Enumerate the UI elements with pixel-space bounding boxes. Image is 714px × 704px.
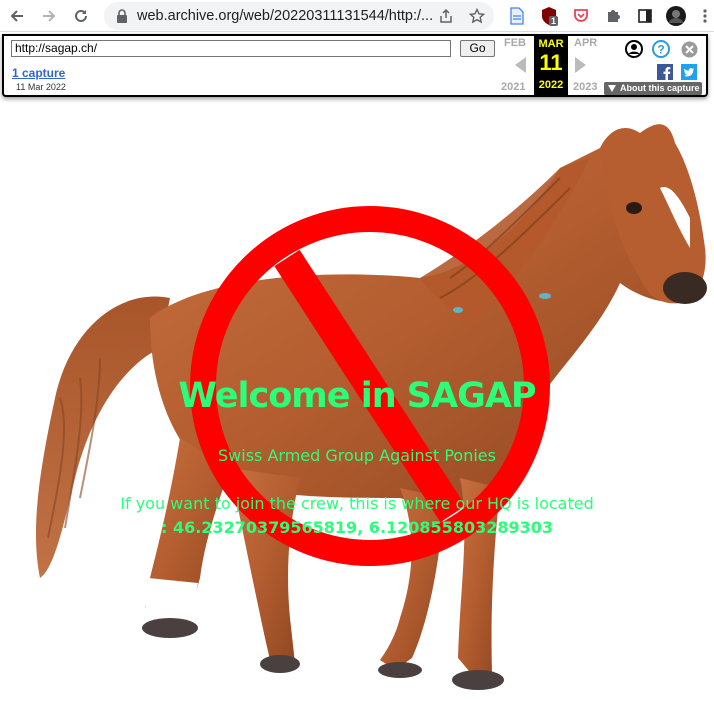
page-title: Welcome in SAGAP bbox=[178, 376, 536, 416]
captures-link[interactable]: 1 capture bbox=[12, 66, 65, 80]
share-icon[interactable] bbox=[437, 7, 455, 25]
next-month[interactable]: APR bbox=[574, 37, 597, 49]
about-capture-label: About this capture bbox=[620, 83, 700, 93]
back-button[interactable] bbox=[6, 5, 28, 27]
wayback-go-button[interactable]: Go bbox=[460, 40, 495, 57]
wayback-url-input[interactable]: http://sagap.ch/ bbox=[11, 40, 451, 57]
lock-icon[interactable] bbox=[113, 7, 131, 25]
bookmark-star-icon[interactable] bbox=[468, 7, 486, 25]
page-subtitle: Swiss Armed Group Against Ponies bbox=[218, 446, 496, 465]
profile-avatar[interactable] bbox=[665, 5, 687, 27]
caret-down-icon bbox=[608, 85, 616, 92]
back-arrow-icon bbox=[10, 10, 23, 22]
prev-capture-arrow-icon[interactable] bbox=[513, 56, 527, 74]
twitter-icon[interactable] bbox=[681, 64, 697, 80]
prev-year[interactable]: 2021 bbox=[501, 81, 525, 93]
current-capture-date: MAR 11 2022 bbox=[534, 36, 568, 95]
address-bar[interactable]: web.archive.org/web/20220311131544/http:… bbox=[104, 2, 494, 30]
address-url[interactable]: web.archive.org/web/20220311131544/http:… bbox=[137, 8, 433, 24]
account-icon[interactable] bbox=[625, 40, 643, 58]
current-day: 11 bbox=[539, 50, 563, 75]
ublock-extension-icon[interactable]: 1 bbox=[538, 5, 560, 27]
next-year[interactable]: 2023 bbox=[573, 81, 597, 93]
reload-icon bbox=[75, 9, 87, 22]
browser-toolbar: web.archive.org/web/20220311131544/http:… bbox=[0, 0, 714, 32]
wayback-toolbar: http://sagap.ch/ Go 1 capture 11 Mar 202… bbox=[2, 34, 708, 97]
facebook-icon[interactable] bbox=[657, 64, 673, 80]
browser-menu-icon[interactable] bbox=[694, 5, 714, 27]
current-month: MAR bbox=[538, 38, 564, 50]
pocket-extension-icon[interactable] bbox=[570, 5, 592, 27]
forward-button[interactable] bbox=[38, 5, 60, 27]
about-capture-button[interactable]: About this capture bbox=[604, 82, 702, 95]
next-capture-arrow-icon[interactable] bbox=[574, 56, 588, 74]
current-year: 2022 bbox=[538, 79, 564, 91]
extensions-puzzle-icon[interactable] bbox=[602, 5, 624, 27]
close-icon[interactable] bbox=[681, 41, 698, 58]
svg-text:?: ? bbox=[657, 43, 664, 57]
forward-arrow-icon bbox=[43, 10, 56, 22]
hq-coordinates: : 46.23270379565819, 6.120855803289303 bbox=[160, 518, 554, 537]
help-icon[interactable]: ? bbox=[652, 40, 670, 58]
docs-extension-icon[interactable] bbox=[506, 5, 528, 27]
join-text: If you want to join the crew, this is wh… bbox=[120, 494, 594, 513]
capture-date: 11 Mar 2022 bbox=[16, 82, 66, 92]
side-panel-icon[interactable] bbox=[634, 5, 656, 27]
prev-month[interactable]: FEB bbox=[504, 37, 526, 49]
page-content: Welcome in SAGAP Swiss Armed Group Again… bbox=[0, 98, 714, 704]
extension-badge: 1 bbox=[549, 16, 559, 26]
reload-button[interactable] bbox=[70, 5, 92, 27]
